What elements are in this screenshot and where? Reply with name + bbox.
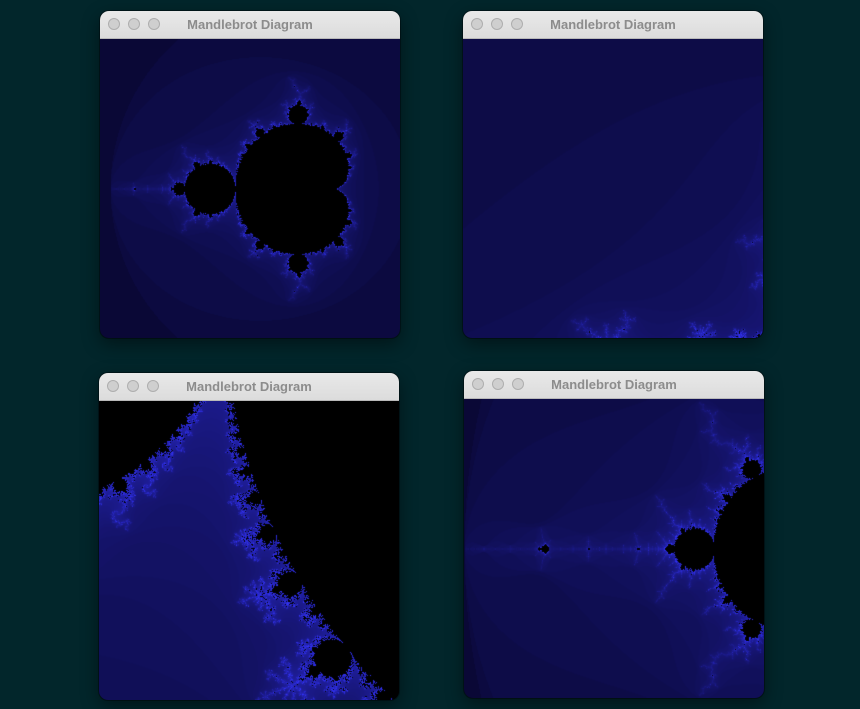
- title-bar[interactable]: Mandlebrot Diagram: [464, 371, 764, 399]
- mandelbrot-window-2: Mandlebrot Diagram: [463, 11, 763, 338]
- title-bar[interactable]: Mandlebrot Diagram: [100, 11, 400, 39]
- mandelbrot-window-4: Mandlebrot Diagram: [464, 371, 764, 698]
- mandelbrot-window-1: Mandlebrot Diagram: [100, 11, 400, 338]
- mandelbrot-canvas[interactable]: [100, 39, 400, 338]
- title-bar[interactable]: Mandlebrot Diagram: [463, 11, 763, 39]
- mandelbrot-window-3: Mandlebrot Diagram: [99, 373, 399, 700]
- title-bar[interactable]: Mandlebrot Diagram: [99, 373, 399, 401]
- window-title: Mandlebrot Diagram: [186, 379, 312, 394]
- window-title: Mandlebrot Diagram: [551, 377, 677, 392]
- mandelbrot-canvas[interactable]: [99, 401, 399, 700]
- mandelbrot-canvas[interactable]: [463, 39, 763, 338]
- window-title: Mandlebrot Diagram: [550, 17, 676, 32]
- window-title: Mandlebrot Diagram: [187, 17, 313, 32]
- mandelbrot-canvas[interactable]: [464, 399, 764, 698]
